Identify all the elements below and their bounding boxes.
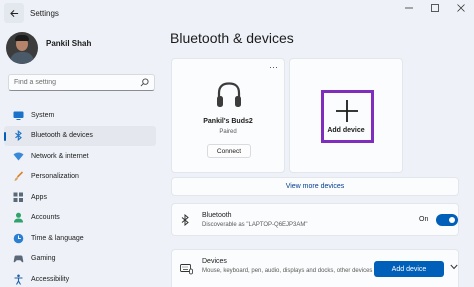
sidebar-item-gaming[interactable]: Gaming bbox=[4, 249, 156, 270]
sidebar-item-time-language[interactable]: Time & language bbox=[4, 228, 156, 249]
device-name: Pankil's Buds2 bbox=[203, 118, 253, 125]
wifi-icon bbox=[13, 151, 24, 162]
sidebar: Pankil Shah System Bluetooth & devices N… bbox=[0, 26, 165, 287]
bluetooth-state-label: On bbox=[419, 216, 429, 223]
user-profile[interactable]: Pankil Shah bbox=[6, 32, 91, 64]
close-icon bbox=[457, 4, 465, 12]
app-title: Settings bbox=[30, 8, 59, 18]
keyboard-mouse-icon bbox=[180, 264, 193, 275]
view-more-devices-link[interactable]: View more devices bbox=[171, 177, 459, 196]
sidebar-item-label: Accounts bbox=[31, 214, 60, 222]
maximize-icon bbox=[431, 4, 439, 12]
title-bar: Settings bbox=[0, 0, 474, 26]
sidebar-item-bluetooth[interactable]: Bluetooth & devices bbox=[4, 125, 156, 146]
back-button[interactable] bbox=[4, 3, 24, 23]
globe-clock-icon bbox=[13, 233, 24, 244]
devices-title: Devices bbox=[202, 258, 227, 265]
sidebar-nav: System Bluetooth & devices Network & int… bbox=[4, 105, 156, 287]
sidebar-item-personalization[interactable]: Personalization bbox=[4, 167, 156, 188]
sidebar-item-label: Bluetooth & devices bbox=[31, 132, 93, 140]
close-button[interactable] bbox=[448, 0, 474, 16]
gamepad-icon bbox=[13, 253, 24, 264]
bluetooth-row: Bluetooth Discoverable as "LAPTOP-Q6EJP3… bbox=[171, 203, 459, 236]
accessibility-icon bbox=[13, 274, 24, 285]
plus-icon bbox=[336, 100, 358, 122]
maximize-button[interactable] bbox=[422, 0, 448, 16]
sidebar-item-apps[interactable]: Apps bbox=[4, 187, 156, 208]
device-status: Paired bbox=[219, 129, 237, 135]
user-name: Pankil Shah bbox=[46, 38, 92, 48]
sidebar-item-accounts[interactable]: Accounts bbox=[4, 208, 156, 229]
minimize-button[interactable] bbox=[396, 0, 422, 16]
add-device-label: Add device bbox=[327, 127, 365, 134]
bluetooth-toggle[interactable] bbox=[436, 214, 458, 226]
search-box[interactable] bbox=[8, 74, 155, 91]
monitor-icon bbox=[13, 110, 24, 121]
chevron-down-icon[interactable] bbox=[450, 264, 458, 270]
bluetooth-icon bbox=[13, 130, 24, 142]
apps-icon bbox=[13, 192, 24, 203]
avatar bbox=[6, 32, 38, 64]
connect-button[interactable]: Connect bbox=[207, 144, 251, 158]
search-input[interactable] bbox=[9, 79, 134, 86]
minimize-icon bbox=[405, 7, 413, 9]
device-card: ··· Pankil's Buds2 Paired Connect bbox=[171, 58, 285, 173]
window-controls bbox=[396, 0, 474, 16]
sidebar-item-label: Accessibility bbox=[31, 275, 70, 283]
sidebar-item-label: System bbox=[31, 111, 55, 119]
sidebar-item-label: Time & language bbox=[31, 234, 84, 242]
bluetooth-title: Bluetooth bbox=[202, 212, 232, 219]
back-arrow-icon bbox=[9, 9, 18, 17]
sidebar-item-system[interactable]: System bbox=[4, 105, 156, 126]
add-device-card[interactable]: Add device bbox=[289, 58, 403, 173]
brush-icon bbox=[13, 171, 24, 182]
page-title: Bluetooth & devices bbox=[170, 30, 294, 46]
person-icon bbox=[13, 212, 24, 223]
add-device-button[interactable]: Add device bbox=[374, 261, 444, 277]
search-icon bbox=[140, 78, 149, 87]
devices-row[interactable]: Devices Mouse, keyboard, pen, audio, dis… bbox=[171, 249, 459, 287]
sidebar-item-label: Gaming bbox=[31, 255, 56, 263]
headphones-icon bbox=[217, 82, 241, 107]
sidebar-item-label: Network & internet bbox=[31, 152, 89, 160]
bluetooth-subtitle: Discoverable as "LAPTOP-Q6EJP3AM" bbox=[202, 222, 308, 228]
sidebar-item-label: Apps bbox=[31, 193, 47, 201]
sidebar-item-accessibility[interactable]: Accessibility bbox=[4, 269, 156, 287]
devices-subtitle: Mouse, keyboard, pen, audio, displays an… bbox=[202, 268, 373, 274]
bluetooth-icon bbox=[181, 214, 189, 226]
more-options-button[interactable]: ··· bbox=[269, 62, 278, 72]
sidebar-item-network[interactable]: Network & internet bbox=[4, 146, 156, 167]
sidebar-item-label: Personalization bbox=[31, 173, 79, 181]
